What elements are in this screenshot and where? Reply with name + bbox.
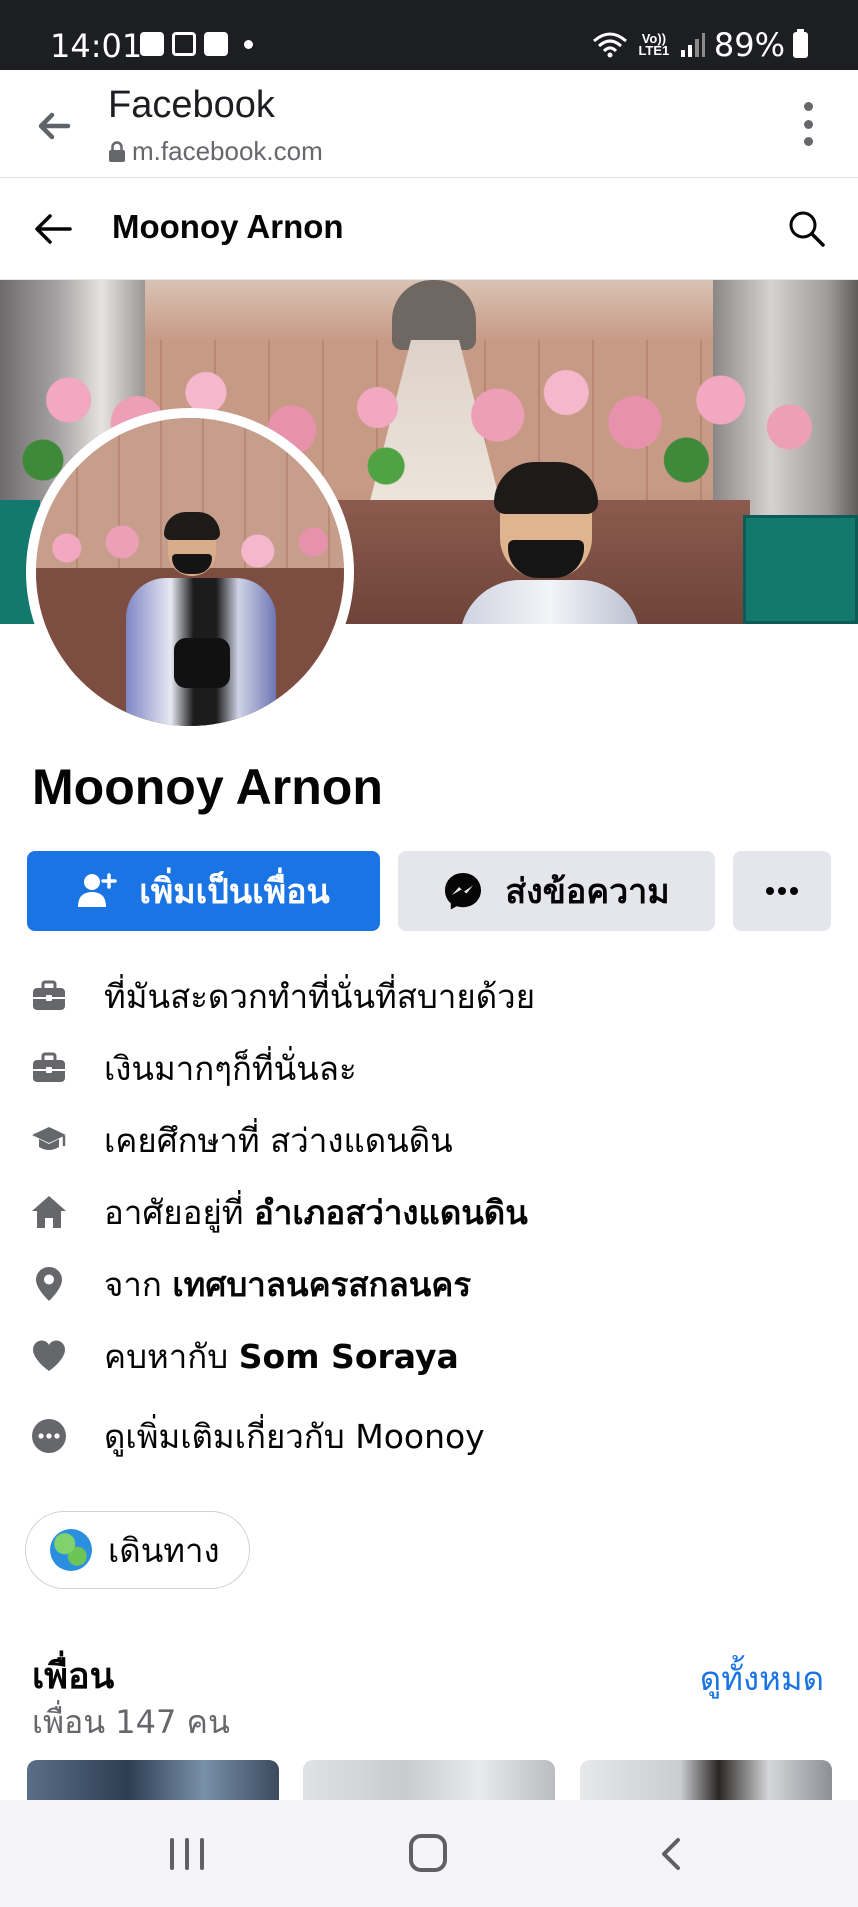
intro-relationship-prefix: คบหากับ xyxy=(104,1336,239,1376)
briefcase-icon xyxy=(33,1052,65,1082)
friend-thumbnail[interactable] xyxy=(27,1760,279,1800)
browser-page-title: Facebook xyxy=(108,84,275,126)
intro-from-text: จาก เทศบาลนครสกลนคร xyxy=(104,1258,471,1311)
signal-icon xyxy=(680,33,705,57)
battery-percent: 89% xyxy=(713,26,785,64)
intro-lives-prefix: อาศัยอยู่ที่ xyxy=(104,1192,255,1232)
intro-relationship-partner-link[interactable]: Som Soraya xyxy=(239,1337,459,1376)
intro-work-2-text: เงินมากๆก็ที่นั่นละ xyxy=(104,1048,357,1088)
travel-hobby-chip[interactable]: เดินทาง xyxy=(25,1511,250,1589)
intro-lives: อาศัยอยู่ที่ อำเภอสว่างแดนดิน xyxy=(0,1182,858,1242)
location-pin-icon xyxy=(36,1267,62,1301)
recents-icon[interactable] xyxy=(170,1838,204,1870)
youtube-icon xyxy=(204,32,228,56)
browser-header: Facebook m.facebook.com xyxy=(0,70,858,178)
cover-cabinet-right xyxy=(743,515,858,624)
intro-from-prefix: จาก xyxy=(104,1264,173,1304)
home-icon xyxy=(32,1196,66,1228)
friend-thumbnail[interactable] xyxy=(303,1760,555,1800)
more-circle-icon xyxy=(32,1419,66,1453)
back-arrow-icon[interactable] xyxy=(32,207,76,251)
intro-work-1: ที่มันสะดวกทำที่นั่นที่สบายด้วย xyxy=(0,966,858,1026)
message-label: ส่งข้อความ xyxy=(505,872,670,912)
add-friend-label: เพิ่มเป็นเพื่อน xyxy=(139,872,330,912)
intro-work-1-text: ที่มันสะดวกทำที่นั่นที่สบายด้วย xyxy=(104,976,536,1016)
graduation-cap-icon xyxy=(32,1127,66,1150)
intro-see-more-text: ดูเพิ่มเติมเกี่ยวกับ Moonoy xyxy=(104,1416,485,1456)
intro-lives-text: อาศัยอยู่ที่ อำเภอสว่างแดนดิน xyxy=(104,1186,528,1239)
cover-person xyxy=(460,462,670,624)
globe-icon xyxy=(50,1529,92,1571)
home-button-icon[interactable] xyxy=(409,1834,447,1872)
profile-header-bar: Moonoy Arnon xyxy=(0,178,858,280)
page-title: Moonoy Arnon xyxy=(112,208,344,245)
capcut-icon xyxy=(172,32,196,56)
status-system-icons: Vo)) LTE1 89% xyxy=(592,26,808,64)
system-navigation-bar xyxy=(0,1800,858,1907)
profile-name: Moonoy Arnon xyxy=(32,759,383,815)
more-horizontal-icon xyxy=(766,887,798,895)
intro-education-text: เคยศึกษาที่ สว่างแดนดิน xyxy=(104,1120,453,1160)
intro-relationship: คบหากับ Som Soraya xyxy=(0,1326,858,1386)
intro-from: จาก เทศบาลนครสกลนคร xyxy=(0,1254,858,1314)
travel-hobby-label: เดินทาง xyxy=(108,1530,220,1570)
volte-indicator: Vo)) LTE1 xyxy=(638,31,670,58)
intro-from-place-link[interactable]: เทศบาลนครสกลนคร xyxy=(172,1265,471,1304)
friend-thumbnail[interactable] xyxy=(580,1760,832,1800)
more-actions-button[interactable] xyxy=(733,851,831,931)
intro-education: เคยศึกษาที่ สว่างแดนดิน xyxy=(0,1110,858,1170)
gallery-icon xyxy=(140,32,164,56)
status-notification-icons xyxy=(140,32,253,56)
message-button[interactable]: ส่งข้อความ xyxy=(398,851,715,931)
friends-see-all-link[interactable]: ดูทั้งหมด xyxy=(700,1652,824,1705)
wifi-icon xyxy=(592,32,627,58)
add-friend-button[interactable]: เพิ่มเป็นเพื่อน xyxy=(27,851,380,931)
intro-see-more[interactable]: ดูเพิ่มเติมเกี่ยวกับ Moonoy xyxy=(0,1406,858,1466)
friends-section-title: เพื่อน xyxy=(32,1656,115,1697)
browser-back-arrow-icon[interactable] xyxy=(32,104,76,148)
battery-icon xyxy=(793,29,808,58)
avatar[interactable] xyxy=(36,418,344,726)
browser-url[interactable]: m.facebook.com xyxy=(108,136,323,167)
messenger-icon xyxy=(445,873,482,910)
more-vertical-icon[interactable] xyxy=(798,102,818,146)
add-friend-icon xyxy=(78,873,117,907)
heart-icon xyxy=(33,1340,65,1371)
status-time: 14:01 xyxy=(50,27,143,65)
intro-lives-place-link[interactable]: อำเภอสว่างแดนดิน xyxy=(254,1193,528,1232)
status-bar: 14:01 Vo)) LTE1 89% xyxy=(0,0,858,70)
search-icon[interactable] xyxy=(784,206,828,250)
system-back-icon[interactable] xyxy=(652,1834,692,1874)
intro-relationship-text: คบหากับ Som Soraya xyxy=(104,1330,459,1383)
briefcase-icon xyxy=(33,980,65,1010)
notification-dot-icon xyxy=(244,39,253,49)
browser-url-text: m.facebook.com xyxy=(132,136,323,166)
lock-icon xyxy=(109,140,125,162)
friends-count: เพื่อน 147 คน xyxy=(32,1703,230,1741)
intro-work-2: เงินมากๆก็ที่นั่นละ xyxy=(0,1038,858,1098)
